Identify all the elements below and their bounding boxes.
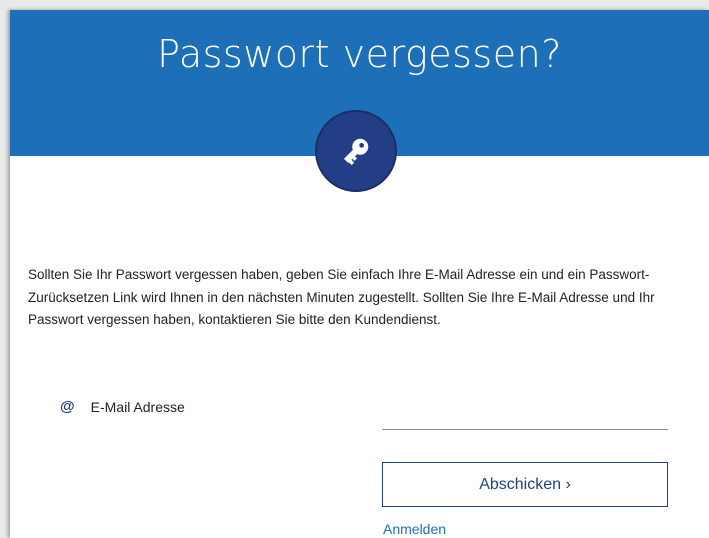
email-label: E-Mail Adresse (90, 398, 185, 415)
at-icon: @ (60, 398, 75, 415)
key-icon (315, 110, 397, 192)
forgot-password-card: Passwort vergessen? Sollten Sie Ihr Pass… (10, 10, 709, 538)
email-label-row: @ E-Mail Adresse (60, 398, 185, 415)
email-field[interactable] (382, 404, 668, 430)
submit-button[interactable]: Abschicken › (382, 462, 668, 507)
page: Passwort vergessen? Sollten Sie Ihr Pass… (0, 0, 709, 538)
login-link[interactable]: Anmelden (383, 521, 446, 537)
key-icon-glyph (343, 138, 369, 166)
page-title: Passwort vergessen? (157, 32, 562, 76)
instructions-text: Sollten Sie Ihr Passwort vergessen haben… (28, 267, 655, 327)
